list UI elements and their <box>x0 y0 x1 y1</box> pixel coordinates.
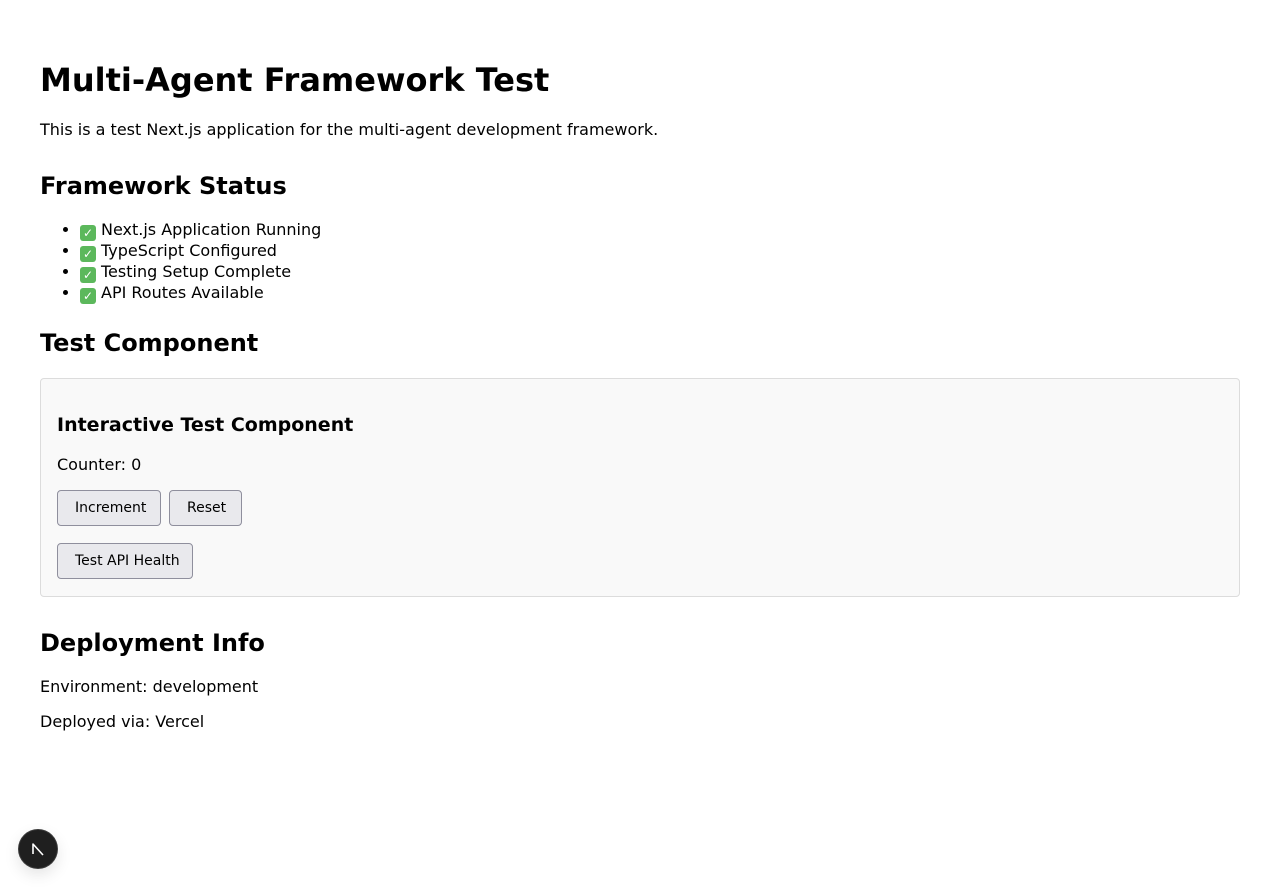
counter-display: Counter: 0 <box>57 455 142 474</box>
check-mark-icon: ✓ <box>80 225 96 241</box>
status-item: ✓ TypeScript Configured <box>80 241 321 262</box>
reset-button[interactable]: Reset <box>169 490 242 526</box>
status-item: ✓ Testing Setup Complete <box>80 262 321 283</box>
check-mark-icon: ✓ <box>80 246 96 262</box>
test-component-heading: Test Component <box>40 329 259 357</box>
nextjs-dev-tools-button[interactable] <box>19 830 57 868</box>
status-item-label: API Routes Available <box>101 283 264 302</box>
page-title: Multi-Agent Framework Test <box>40 61 550 99</box>
environment-text: Environment: development <box>40 677 259 696</box>
deployment-info-heading: Deployment Info <box>40 629 265 657</box>
status-item-label: Testing Setup Complete <box>101 262 292 281</box>
status-item: ✓ Next.js Application Running <box>80 220 321 241</box>
framework-status-list: ✓ Next.js Application Running ✓ TypeScript… <box>40 220 321 304</box>
check-mark-icon: ✓ <box>80 267 96 283</box>
status-item-label: Next.js Application Running <box>101 220 322 239</box>
check-mark-icon: ✓ <box>80 288 96 304</box>
test-api-health-button[interactable]: Test API Health <box>57 543 193 579</box>
interactive-test-card: Interactive Test Component Counter: 0 In… <box>40 378 1240 597</box>
deployed-via-text: Deployed via: Vercel <box>40 712 205 731</box>
status-item: ✓ API Routes Available <box>80 283 321 304</box>
increment-button[interactable]: Increment <box>57 490 161 526</box>
page: Multi-Agent Framework Test This is a tes… <box>0 0 1280 887</box>
status-item-label: TypeScript Configured <box>101 241 277 260</box>
framework-status-heading: Framework Status <box>40 172 287 200</box>
nextjs-logo-icon <box>32 843 44 856</box>
intro-text: This is a test Next.js application for t… <box>40 120 659 139</box>
card-title: Interactive Test Component <box>57 414 354 436</box>
